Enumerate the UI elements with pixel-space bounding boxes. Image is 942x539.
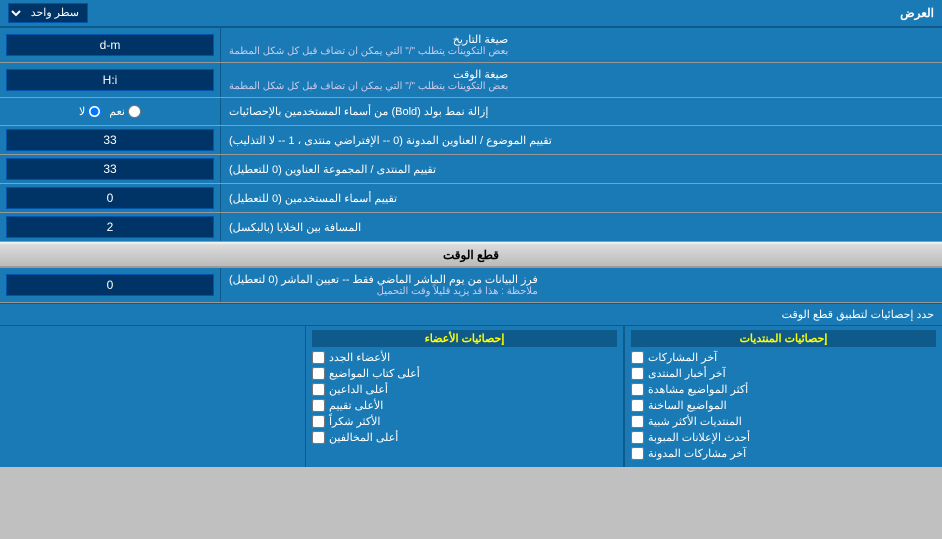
cb-top-authors[interactable] <box>312 367 325 380</box>
time-format-row: صيغة الوقت بعض التكوينات يتطلب "/" التي … <box>0 63 942 98</box>
users-order-row: تقييم أسماء المستخدمين (0 للتعطيل) <box>0 184 942 213</box>
cb-item-new-members: الأعضاء الجدد <box>312 351 617 364</box>
users-order-label: تقييم أسماء المستخدمين (0 للتعطيل) <box>220 184 942 212</box>
cb-last-posts[interactable] <box>631 351 644 364</box>
time-format-label: صيغة الوقت بعض التكوينات يتطلب "/" التي … <box>220 63 942 97</box>
topics-order-input[interactable] <box>6 129 214 151</box>
cb-label-top-inviters[interactable]: أعلى الداعين <box>329 383 388 396</box>
time-format-input[interactable] <box>6 69 214 91</box>
checkboxes-grid: إحصائيات المنتديات آخر المشاركات آخر أخب… <box>0 326 942 467</box>
bold-remove-row: إزالة نمط بولد (Bold) من أسماء المستخدمي… <box>0 98 942 126</box>
cb-item-top-violators: أعلى المخالفين <box>312 431 617 444</box>
radio-no-label[interactable]: لا <box>79 105 101 118</box>
date-format-row: صيغة التاريخ بعض التكوينات يتطلب "/" الت… <box>0 28 942 63</box>
cb-label-top-violators[interactable]: أعلى المخالفين <box>329 431 398 444</box>
forum-order-input-wrapper <box>0 155 220 183</box>
dropdown-wrapper[interactable]: سطر واحد سطران ثلاثة أسطر <box>8 3 88 23</box>
radio-no[interactable] <box>88 105 101 118</box>
cb-new-members[interactable] <box>312 351 325 364</box>
time-cut-label: فرز البيانات من يوم الماشر الماضي فقط --… <box>220 268 942 302</box>
cb-label-most-similar[interactable]: المنتديات الأكثر شبية <box>648 415 742 428</box>
cb-top-inviters[interactable] <box>312 383 325 396</box>
checkboxes-section: حدد إحصائيات لتطبيق قطع الوقت إحصائيات ا… <box>0 303 942 467</box>
cb-forum-news[interactable] <box>631 367 644 380</box>
cb-item-most-thanks: الأكثر شكراً <box>312 415 617 428</box>
checkboxes-section-label: حدد إحصائيات لتطبيق قطع الوقت <box>8 308 934 321</box>
cb-label-most-viewed[interactable]: أكثر المواضيع مشاهدة <box>648 383 748 396</box>
col1-header: إحصائيات المنتديات <box>631 330 936 347</box>
time-cut-row: فرز البيانات من يوم الماشر الماضي فقط --… <box>0 268 942 303</box>
date-format-input[interactable] <box>6 34 214 56</box>
bold-remove-options: نعم لا <box>0 98 220 125</box>
cb-most-similar[interactable] <box>631 415 644 428</box>
cb-top-rated[interactable] <box>312 399 325 412</box>
cb-label-hot-topics[interactable]: المواضيع الساخنة <box>648 399 727 412</box>
cb-item-4: المواضيع الساخنة <box>631 399 936 412</box>
cb-item-5: المنتديات الأكثر شبية <box>631 415 936 428</box>
cb-item-top-authors: أعلى كتاب المواضيع <box>312 367 617 380</box>
cell-space-row: المسافة بين الخلايا (بالبكسل) <box>0 213 942 242</box>
cb-label-new-members[interactable]: الأعضاء الجدد <box>329 351 390 364</box>
header-row: العرض سطر واحد سطران ثلاثة أسطر <box>0 0 942 28</box>
date-format-label: صيغة التاريخ بعض التكوينات يتطلب "/" الت… <box>220 28 942 62</box>
users-order-input[interactable] <box>6 187 214 209</box>
checkbox-col-forums: إحصائيات المنتديات آخر المشاركات آخر أخب… <box>624 326 942 467</box>
forum-order-input[interactable] <box>6 158 214 180</box>
empty-right-area <box>0 326 305 467</box>
cb-label-forum-news[interactable]: آخر أخبار المنتدى <box>648 367 726 380</box>
main-container: العرض سطر واحد سطران ثلاثة أسطر صيغة الت… <box>0 0 942 467</box>
header-title-right: العرض <box>900 6 934 20</box>
cb-item-7: آخر مشاركات المدونة <box>631 447 936 460</box>
cb-item-3: أكثر المواضيع مشاهدة <box>631 383 936 396</box>
cb-item-6: أحدث الإعلانات المبوبة <box>631 431 936 444</box>
cb-item-1: آخر المشاركات <box>631 351 936 364</box>
cb-item-top-inviters: أعلى الداعين <box>312 383 617 396</box>
bold-remove-label: إزالة نمط بولد (Bold) من أسماء المستخدمي… <box>220 98 942 125</box>
cb-most-viewed[interactable] <box>631 383 644 396</box>
users-order-input-wrapper <box>0 184 220 212</box>
cell-space-label: المسافة بين الخلايا (بالبكسل) <box>220 213 942 241</box>
cb-label-blog-posts[interactable]: آخر مشاركات المدونة <box>648 447 746 460</box>
time-format-input-wrapper <box>0 63 220 97</box>
cell-space-input[interactable] <box>6 216 214 238</box>
cb-most-thanks[interactable] <box>312 415 325 428</box>
cb-latest-ads[interactable] <box>631 431 644 444</box>
forum-order-row: تقييم المنتدى / المجموعة العناوين (0 للت… <box>0 155 942 184</box>
cb-hot-topics[interactable] <box>631 399 644 412</box>
cb-label-latest-ads[interactable]: أحدث الإعلانات المبوبة <box>648 431 750 444</box>
cb-label-last-posts[interactable]: آخر المشاركات <box>648 351 717 364</box>
time-cut-section-header: قطع الوقت <box>0 242 942 268</box>
cb-label-top-authors[interactable]: أعلى كتاب المواضيع <box>329 367 420 380</box>
topics-order-row: تقييم الموضوع / العناوين المدونة (0 -- ا… <box>0 126 942 155</box>
cb-item-top-rated: الأعلى تقييم <box>312 399 617 412</box>
cell-space-input-wrapper <box>0 213 220 241</box>
date-format-input-wrapper <box>0 28 220 62</box>
radio-yes-label[interactable]: نعم <box>109 105 141 118</box>
cb-item-2: آخر أخبار المنتدى <box>631 367 936 380</box>
checkbox-col-members: إحصائيات الأعضاء الأعضاء الجدد أعلى كتاب… <box>305 326 624 467</box>
time-cut-input-wrapper <box>0 268 220 302</box>
cb-top-violators[interactable] <box>312 431 325 444</box>
forum-order-label: تقييم المنتدى / المجموعة العناوين (0 للت… <box>220 155 942 183</box>
cb-blog-posts[interactable] <box>631 447 644 460</box>
cb-label-most-thanks[interactable]: الأكثر شكراً <box>329 415 380 428</box>
checkboxes-header-row: حدد إحصائيات لتطبيق قطع الوقت <box>0 304 942 326</box>
radio-yes[interactable] <box>128 105 141 118</box>
cb-label-top-rated[interactable]: الأعلى تقييم <box>329 399 383 412</box>
topics-order-label: تقييم الموضوع / العناوين المدونة (0 -- ا… <box>220 126 942 154</box>
topics-order-input-wrapper <box>0 126 220 154</box>
time-cut-input[interactable] <box>6 274 214 296</box>
radio-group: نعم لا <box>79 105 141 118</box>
display-select[interactable]: سطر واحد سطران ثلاثة أسطر <box>8 3 88 23</box>
col2-header: إحصائيات الأعضاء <box>312 330 617 347</box>
